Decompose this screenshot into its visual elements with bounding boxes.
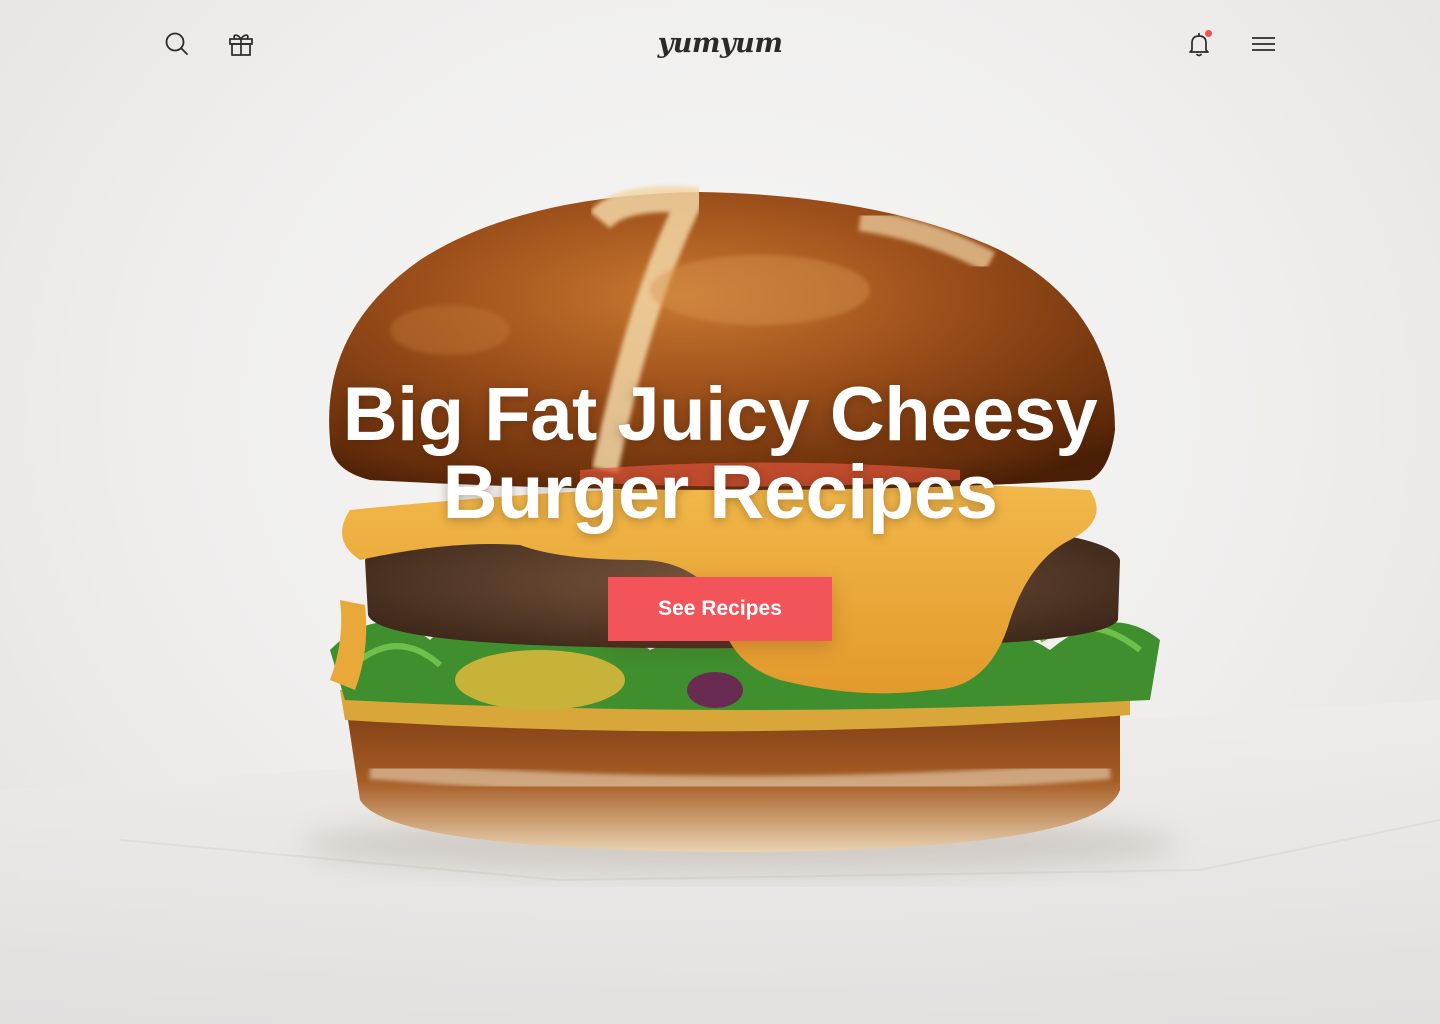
site-logo[interactable]: yumyum [620, 22, 820, 66]
search-icon [165, 32, 188, 55]
hero-headline: Big Fat Juicy Cheesy Burger Recipes [220, 376, 1220, 532]
headline-line-2: Burger Recipes [442, 450, 998, 535]
search-button[interactable] [161, 28, 193, 60]
gift-button[interactable] [225, 28, 257, 60]
see-recipes-button[interactable]: See Recipes [608, 577, 832, 641]
notification-badge [1205, 30, 1212, 37]
top-navigation-bar: yumyum [0, 0, 1440, 88]
headline-line-1: Big Fat Juicy Cheesy [342, 372, 1098, 457]
notifications-button[interactable] [1183, 28, 1215, 60]
gift-icon [229, 34, 253, 56]
menu-button[interactable] [1247, 28, 1279, 60]
hamburger-menu-icon [1252, 37, 1275, 51]
